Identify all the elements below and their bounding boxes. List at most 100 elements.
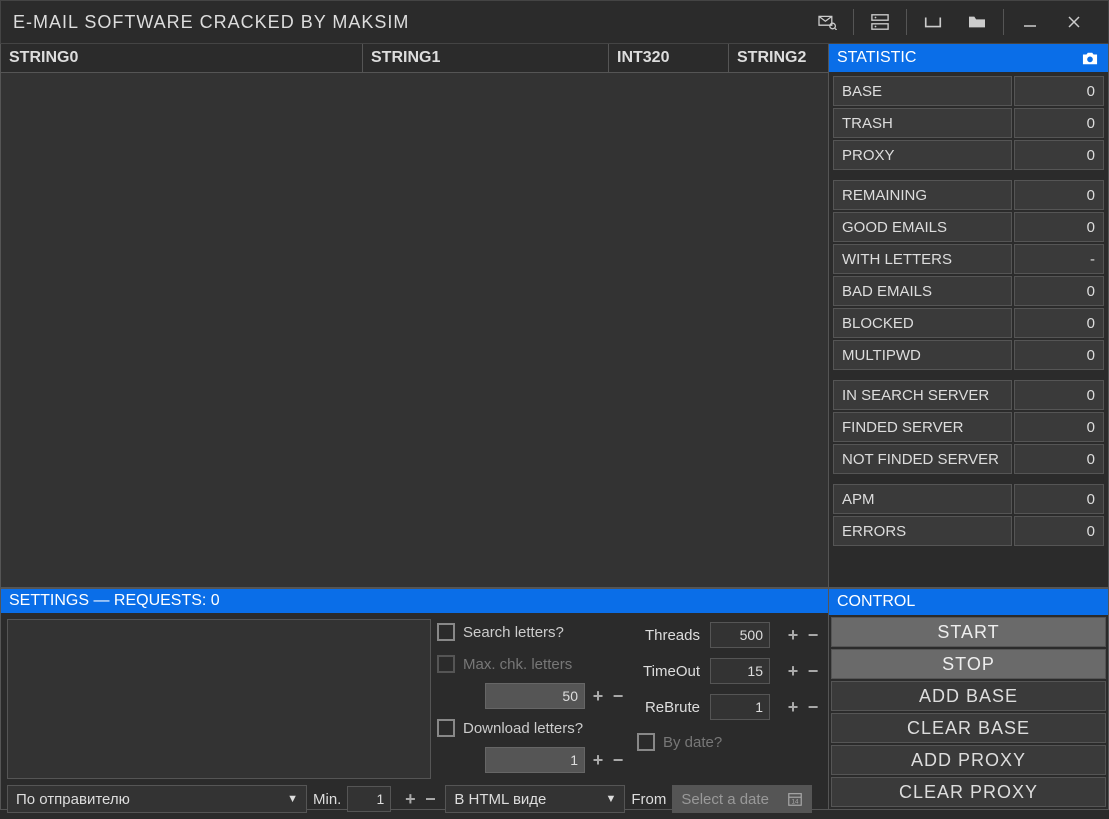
statistic-panel: STATISTIC BASE0TRASH0PROXY0REMAINING0GOO… — [829, 44, 1109, 588]
by-date-checkbox[interactable] — [637, 733, 655, 751]
stat-label: MULTIPWD — [833, 340, 1012, 370]
stat-row: TRASH0 — [833, 108, 1104, 138]
stat-row: IN SEARCH SERVER0 — [833, 380, 1104, 410]
minus-icon[interactable]: − — [609, 749, 627, 771]
mail-search-icon[interactable] — [805, 0, 849, 44]
start-button[interactable]: START — [831, 617, 1106, 647]
timeout-label: TimeOut — [643, 663, 700, 680]
stat-row: WITH LETTERS- — [833, 244, 1104, 274]
stat-row: BAD EMAILS0 — [833, 276, 1104, 306]
stat-label: TRASH — [833, 108, 1012, 138]
stat-row: GOOD EMAILS0 — [833, 212, 1104, 242]
stop-button[interactable]: STOP — [831, 649, 1106, 679]
grid-header: STRING0 STRING1 INT320 STRING2 — [1, 44, 828, 73]
date-placeholder: Select a date — [681, 791, 769, 808]
rebrute-label: ReBrute — [645, 699, 700, 716]
max-chk-input[interactable] — [485, 683, 585, 709]
stat-value: 0 — [1014, 308, 1104, 338]
max-chk-checkbox[interactable] — [437, 655, 455, 673]
stat-label: BAD EMAILS — [833, 276, 1012, 306]
checkbox-label: Max. chk. letters — [463, 656, 572, 673]
threads-input[interactable] — [710, 622, 770, 648]
stat-value: 0 — [1014, 444, 1104, 474]
calendar-icon: 14 — [787, 791, 803, 807]
from-label: From — [631, 791, 666, 808]
stat-value: 0 — [1014, 212, 1104, 242]
stat-row: FINDED SERVER0 — [833, 412, 1104, 442]
minus-icon[interactable]: − — [804, 696, 822, 718]
timeout-input[interactable] — [710, 658, 770, 684]
stat-row: BLOCKED0 — [833, 308, 1104, 338]
folder-icon[interactable] — [955, 0, 999, 44]
plus-icon[interactable]: + — [589, 749, 607, 771]
stat-label: WITH LETTERS — [833, 244, 1012, 274]
plus-icon[interactable]: + — [784, 624, 802, 646]
settings-panel: SETTINGS — REQUESTS: 0 Search letters? M… — [0, 588, 829, 810]
stat-value: 0 — [1014, 180, 1104, 210]
stat-value: 0 — [1014, 276, 1104, 306]
checkbox-label: Search letters? — [463, 624, 564, 641]
svg-text:14: 14 — [792, 798, 799, 805]
stat-label: GOOD EMAILS — [833, 212, 1012, 242]
plus-icon[interactable]: + — [589, 685, 607, 707]
stat-value: 0 — [1014, 380, 1104, 410]
stat-value: 0 — [1014, 76, 1104, 106]
add-base-button[interactable]: ADD BASE — [831, 681, 1106, 711]
column-header[interactable]: STRING2 — [729, 44, 828, 73]
control-panel: CONTROL STARTSTOPADD BASECLEAR BASEADD P… — [829, 588, 1109, 810]
close-button[interactable] — [1052, 0, 1096, 44]
clear-proxy-button[interactable]: CLEAR PROXY — [831, 777, 1106, 807]
plus-icon[interactable]: + — [401, 788, 419, 810]
chevron-down-icon: ▼ — [605, 793, 616, 805]
separator — [906, 9, 907, 35]
checkbox-label: By date? — [663, 734, 722, 751]
download-letters-checkbox[interactable] — [437, 719, 455, 737]
rebrute-input[interactable] — [710, 694, 770, 720]
server-icon[interactable] — [858, 0, 902, 44]
data-grid[interactable]: STRING0 STRING1 INT320 STRING2 — [0, 44, 829, 588]
stat-row: BASE0 — [833, 76, 1104, 106]
app-title: E-MAIL SOFTWARE CRACKED BY MAKSIM — [13, 12, 805, 33]
minus-icon[interactable]: − — [609, 685, 627, 707]
statistic-header: STATISTIC — [829, 44, 1108, 72]
stat-label: APM — [833, 484, 1012, 514]
panel-title: STATISTIC — [837, 49, 916, 67]
panel-title: SETTINGS — REQUESTS: 0 — [9, 592, 220, 610]
stat-value: - — [1014, 244, 1104, 274]
stat-value: 0 — [1014, 412, 1104, 442]
stat-value: 0 — [1014, 108, 1104, 138]
sender-dropdown[interactable]: По отправителю ▼ — [7, 785, 307, 813]
stat-label: ERRORS — [833, 516, 1012, 546]
column-header[interactable]: STRING1 — [363, 44, 609, 73]
format-dropdown[interactable]: В HTML виде ▼ — [445, 785, 625, 813]
separator — [853, 9, 854, 35]
plus-icon[interactable]: + — [784, 660, 802, 682]
stat-row: ERRORS0 — [833, 516, 1104, 546]
stat-label: NOT FINDED SERVER — [833, 444, 1012, 474]
minus-icon[interactable]: − — [804, 660, 822, 682]
search-letters-checkbox[interactable] — [437, 623, 455, 641]
minimize-button[interactable] — [1008, 0, 1052, 44]
from-date-picker[interactable]: Select a date 14 — [672, 785, 812, 813]
stat-label: IN SEARCH SERVER — [833, 380, 1012, 410]
column-header[interactable]: STRING0 — [1, 44, 363, 73]
add-proxy-button[interactable]: ADD PROXY — [831, 745, 1106, 775]
threads-label: Threads — [645, 627, 700, 644]
stat-label: PROXY — [833, 140, 1012, 170]
stat-label: REMAINING — [833, 180, 1012, 210]
request-list-box[interactable] — [7, 619, 431, 779]
minus-icon[interactable]: − — [804, 624, 822, 646]
clear-base-button[interactable]: CLEAR BASE — [831, 713, 1106, 743]
minus-icon[interactable]: − — [421, 788, 439, 810]
bracket-icon[interactable] — [911, 0, 955, 44]
camera-icon[interactable] — [1080, 51, 1100, 66]
download-count-input[interactable] — [485, 747, 585, 773]
dropdown-value: По отправителю — [16, 791, 130, 808]
plus-icon[interactable]: + — [784, 696, 802, 718]
grid-body[interactable] — [1, 73, 828, 587]
stat-row: REMAINING0 — [833, 180, 1104, 210]
column-header[interactable]: INT320 — [609, 44, 729, 73]
dropdown-value: В HTML виде — [454, 791, 546, 808]
min-input[interactable] — [347, 786, 391, 812]
panel-title: CONTROL — [837, 593, 915, 611]
